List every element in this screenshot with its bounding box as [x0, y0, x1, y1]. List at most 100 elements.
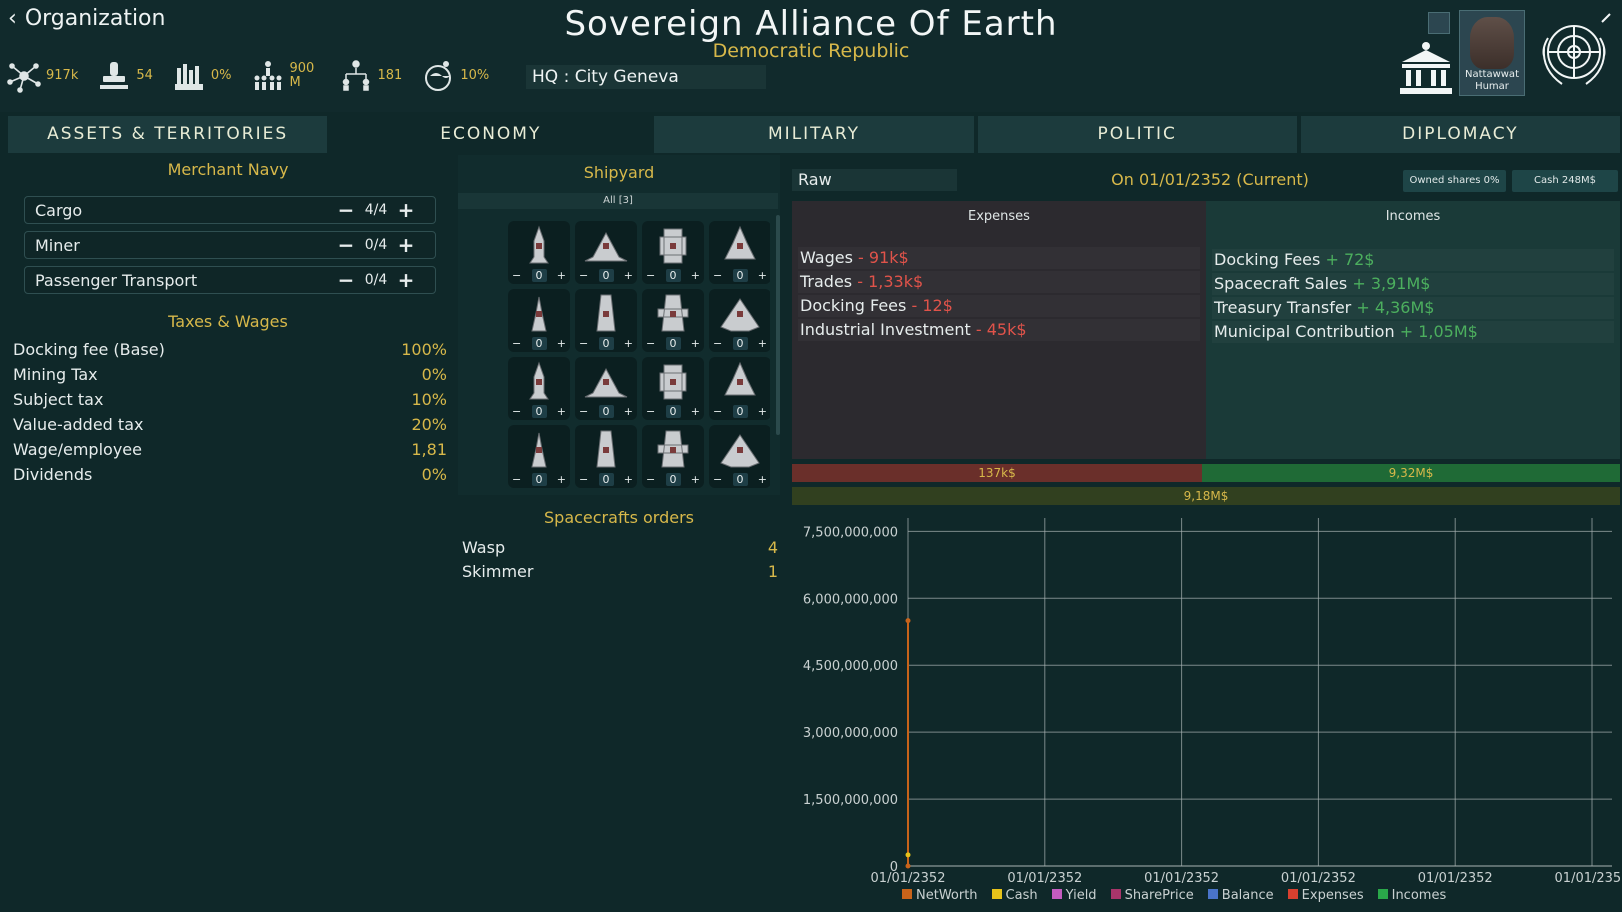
increment-button[interactable]: +: [624, 473, 633, 486]
decrement-button[interactable]: −: [713, 473, 722, 486]
increment-button[interactable]: +: [758, 269, 767, 282]
ship-cell[interactable]: −0 +: [508, 357, 570, 420]
decrement-button[interactable]: −: [713, 269, 722, 282]
increment-button[interactable]: +: [557, 405, 566, 418]
decrement-button[interactable]: −: [512, 337, 521, 350]
legend-item[interactable]: NetWorth: [902, 888, 978, 903]
ship-cell[interactable]: −0 +: [575, 425, 637, 488]
card-icon[interactable]: [1428, 12, 1450, 34]
decrement-button[interactable]: −: [646, 405, 655, 418]
ship-cell[interactable]: −0 +: [575, 289, 637, 352]
leader-portrait[interactable]: Nattawwat Humar: [1459, 10, 1525, 96]
legend-item[interactable]: Cash: [991, 888, 1038, 903]
legend-item[interactable]: Incomes: [1377, 888, 1446, 903]
tab-politic[interactable]: POLITIC: [977, 116, 1297, 153]
increment-button[interactable]: +: [624, 337, 633, 350]
incomes-box: Incomes Docking Fees + 72$ Spacecraft Sa…: [1206, 201, 1620, 459]
un-emblem-icon[interactable]: [1530, 8, 1618, 96]
decrement-button[interactable]: −: [579, 473, 588, 486]
stat-workforce[interactable]: 900 M: [250, 58, 320, 94]
legend-item[interactable]: Yield: [1051, 888, 1097, 903]
decrement-button[interactable]: −: [335, 233, 357, 257]
legend-item[interactable]: Expenses: [1287, 888, 1364, 903]
x-tick-label: 01/01/2352: [1007, 871, 1082, 886]
increment-button[interactable]: +: [758, 473, 767, 486]
stat-value: 10%: [460, 68, 490, 83]
tax-row[interactable]: Value-added tax 20%: [13, 415, 447, 439]
spaceship-icon: [659, 228, 687, 264]
stat-stamp[interactable]: 54: [96, 58, 153, 94]
owned-shares-button[interactable]: Owned shares 0%: [1403, 170, 1506, 192]
hq-field[interactable]: HQ : City Geneva: [526, 65, 766, 89]
decrement-button[interactable]: −: [512, 473, 521, 486]
decrement-button[interactable]: −: [579, 269, 588, 282]
decrement-button[interactable]: −: [579, 405, 588, 418]
legend-item[interactable]: SharePrice: [1110, 888, 1194, 903]
increment-button[interactable]: +: [624, 269, 633, 282]
increment-button[interactable]: +: [624, 405, 633, 418]
increment-button[interactable]: +: [691, 269, 700, 282]
tab-assets-territories[interactable]: ASSETS & TERRITORIES: [8, 116, 328, 153]
increment-button[interactable]: +: [691, 337, 700, 350]
increment-button[interactable]: +: [395, 268, 417, 292]
ship-cell[interactable]: −0 +: [709, 221, 770, 284]
tab-economy[interactable]: ECONOMY: [331, 116, 651, 153]
y-tick-label: 1,500,000,000: [803, 793, 898, 808]
ship-cell[interactable]: −0 +: [642, 425, 704, 488]
decrement-button[interactable]: −: [713, 405, 722, 418]
tab-military[interactable]: MILITARY: [654, 116, 974, 153]
decrement-button[interactable]: −: [646, 473, 655, 486]
increment-button[interactable]: +: [395, 198, 417, 222]
decrement-button[interactable]: −: [335, 268, 357, 292]
ship-cell[interactable]: −0 +: [575, 221, 637, 284]
stat-hierarchy[interactable]: 181: [338, 58, 402, 94]
increment-button[interactable]: +: [557, 337, 566, 350]
shipyard-scrollbar[interactable]: [776, 215, 780, 435]
ship-cell[interactable]: −0 +: [508, 221, 570, 284]
ship-cell[interactable]: −0 +: [642, 289, 704, 352]
ship-cell[interactable]: −0 +: [508, 289, 570, 352]
mode-select[interactable]: Raw: [792, 169, 957, 191]
decrement-button[interactable]: −: [713, 337, 722, 350]
ship-cell[interactable]: −0 +: [508, 425, 570, 488]
tax-row[interactable]: Mining Tax 0%: [13, 365, 447, 389]
shipyard-filter[interactable]: All [3]: [458, 193, 778, 209]
increment-button[interactable]: +: [758, 405, 767, 418]
decrement-button[interactable]: −: [512, 269, 521, 282]
stat-population[interactable]: 917k: [6, 58, 78, 94]
increment-button[interactable]: +: [691, 405, 700, 418]
increment-button[interactable]: +: [758, 337, 767, 350]
decrement-button[interactable]: −: [646, 269, 655, 282]
increment-button[interactable]: +: [557, 473, 566, 486]
ship-cell[interactable]: −0 +: [709, 357, 770, 420]
tax-row[interactable]: Subject tax 10%: [13, 390, 447, 414]
tab-diplomacy[interactable]: DIPLOMACY: [1300, 116, 1621, 153]
tax-row[interactable]: Wage/employee 1,81: [13, 440, 447, 464]
increment-button[interactable]: +: [691, 473, 700, 486]
decrement-button[interactable]: −: [579, 337, 588, 350]
decrement-button[interactable]: −: [646, 337, 655, 350]
back-button[interactable]: ‹ Organization: [8, 6, 165, 31]
ship-cell[interactable]: −0 +: [575, 357, 637, 420]
expenses-box: Expenses Wages - 91k$ Trades - 1,33k$ Do…: [792, 201, 1206, 459]
tax-row[interactable]: Docking fee (Base) 100%: [13, 340, 447, 364]
legend-item[interactable]: Balance: [1207, 888, 1274, 903]
increment-button[interactable]: +: [395, 233, 417, 257]
ship-cell[interactable]: −0 +: [642, 221, 704, 284]
ship-cell[interactable]: −0 +: [709, 289, 770, 352]
ship-cell[interactable]: −0 +: [642, 357, 704, 420]
ship-cell[interactable]: −0 +: [709, 425, 770, 488]
chart-legend: NetWorth Cash Yield SharePrice Balance Expens…: [902, 888, 1446, 903]
x-tick-label: 01/01/2352: [1555, 871, 1620, 886]
legend-label: Yield: [1065, 888, 1097, 903]
order-row[interactable]: Skimmer 1: [462, 562, 778, 581]
decrement-button[interactable]: −: [512, 405, 521, 418]
order-row[interactable]: Wasp 4: [462, 538, 778, 557]
cash-button[interactable]: Cash 248M$: [1512, 170, 1618, 192]
stat-planet[interactable]: 10%: [420, 58, 489, 94]
ship-order-control: −0 +: [642, 269, 704, 282]
stat-factory[interactable]: 0%: [171, 58, 232, 94]
tax-row[interactable]: Dividends 0%: [13, 465, 447, 489]
increment-button[interactable]: +: [557, 269, 566, 282]
decrement-button[interactable]: −: [335, 198, 357, 222]
